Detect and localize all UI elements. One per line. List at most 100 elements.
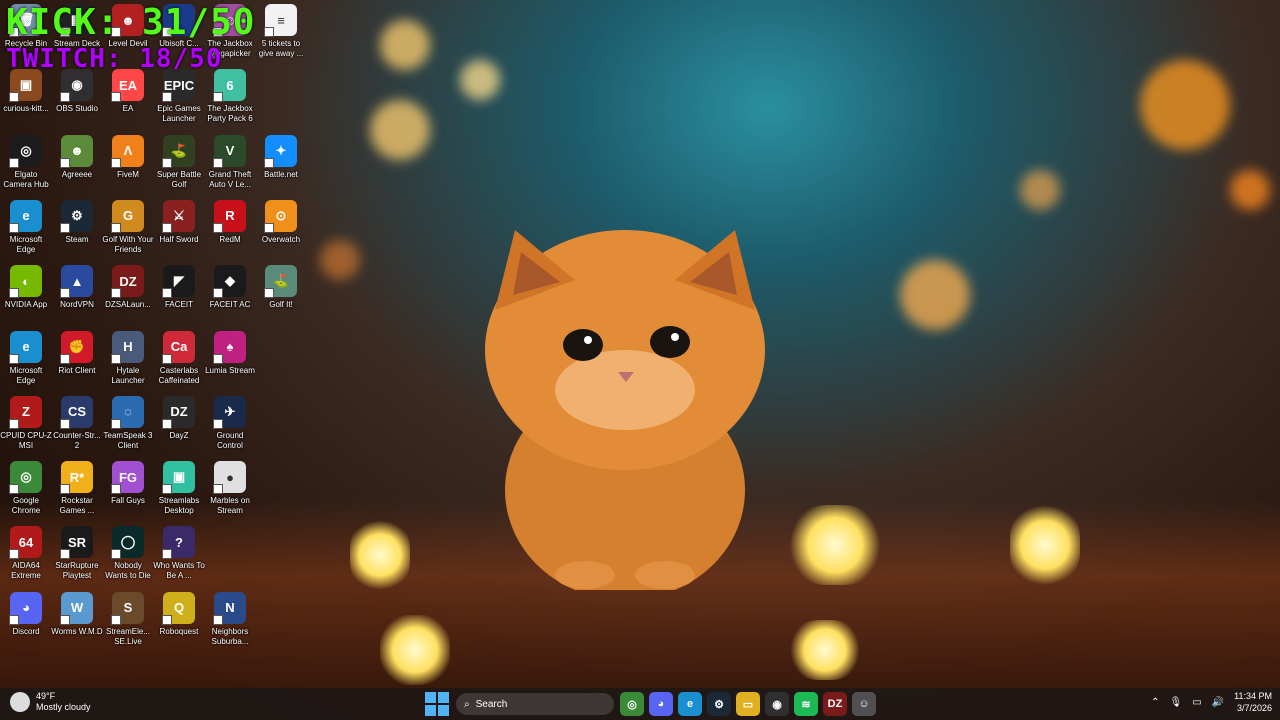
- desktop-icon-obs[interactable]: ◉ OBS Studio: [51, 69, 103, 114]
- display-icon[interactable]: ▭: [1192, 697, 1201, 708]
- desktop-icon-label: Riot Client: [58, 365, 96, 375]
- desktop-icon-minecraft[interactable]: ☻ Agreeee: [51, 134, 103, 180]
- taskbar-spotify-icon[interactable]: ≋: [794, 692, 818, 716]
- desktop-icon-label: Super Battle Golf: [156, 169, 202, 189]
- desktop-icon-hytale[interactable]: H Hytale Launcher: [102, 330, 154, 386]
- desktop-icon-jackbox-pack6[interactable]: 6 The Jackbox Party Pack 6: [204, 69, 256, 124]
- desktop-icon-half-sword[interactable]: ⚔ Half Sword: [153, 199, 205, 245]
- chevron-up-icon[interactable]: ⌃: [1151, 697, 1159, 708]
- overwatch-icon: ⊙: [264, 199, 297, 233]
- clock[interactable]: 11:34 PM 3/7/2026: [1234, 690, 1272, 714]
- desktop-icon-streamlabs[interactable]: ▣ Streamlabs Desktop: [153, 461, 205, 516]
- desktop-icon-redm[interactable]: R RedM: [204, 199, 256, 245]
- desktop-icon-label: Marbles on Stream: [210, 496, 250, 516]
- desktop-icon-golf-with-friends[interactable]: G Golf With Your Friends: [102, 199, 154, 255]
- start-button[interactable]: [424, 691, 450, 717]
- desktop-icon-steam[interactable]: ⚙ Steam: [51, 199, 103, 245]
- casterlabs-icon: Ca: [162, 330, 195, 364]
- desktop-icon-who-wants[interactable]: ? Who Wants To Be A ...: [153, 526, 205, 581]
- desktop-icon-label: TeamSpeak 3 Client: [103, 430, 153, 450]
- desktop-icon-nvidia[interactable]: ◐ NVIDIA App: [0, 265, 52, 310]
- desktop-icon-label: EA: [122, 104, 134, 114]
- desktop-icon-worms[interactable]: W Worms W.M.D: [51, 591, 103, 637]
- teamspeak-icon: ◌: [111, 395, 144, 429]
- desktop-icon-casterlabs[interactable]: Ca Casterlabs Caffeinated: [153, 330, 205, 386]
- desktop-icon-elgato[interactable]: ◎ Elgato Camera Hub: [0, 134, 52, 190]
- taskbar-dzsa-icon[interactable]: DZ: [823, 692, 847, 716]
- volume-icon[interactable]: 🔊: [1212, 697, 1224, 708]
- weather-widget[interactable]: 49°F Mostly cloudy: [10, 691, 91, 713]
- desktop-icon-lumia[interactable]: ♠ Lumia Stream: [204, 330, 256, 376]
- desktop-icon-edge[interactable]: e Microsoft Edge: [0, 330, 52, 386]
- desktop-icon-label: StarRupture Playtest: [55, 561, 99, 581]
- desktop-icon-ground-control[interactable]: ✈ Ground Control: [204, 395, 256, 451]
- nobody-wants-to-die-icon: ◯: [111, 526, 144, 560]
- desktop-icon-nobody-wants-to-die[interactable]: ◯ Nobody Wants to Die: [102, 526, 154, 581]
- desktop-icon-text-file[interactable]: ≡ 5 tickets to give away ...: [255, 4, 307, 59]
- taskbar-chrome-icon[interactable]: ◎: [620, 692, 644, 716]
- desktop-icon-discord[interactable]: ◕ Discord: [0, 591, 52, 637]
- taskbar-discord-icon[interactable]: ◕: [649, 692, 673, 716]
- taskbar-edge-icon[interactable]: e: [678, 692, 702, 716]
- desktop-icon-edge[interactable]: e Microsoft Edge: [0, 199, 52, 255]
- desktop-icon-dzsa[interactable]: DZ DZSALaun...: [102, 265, 154, 310]
- desktop-icon-label: FACEIT AC: [209, 300, 251, 310]
- desktop-icon-label: Who Wants To Be A ...: [153, 561, 205, 581]
- desktop-icon-label: Neighbors Suburba...: [211, 626, 249, 646]
- cpuz-icon: Z: [9, 395, 42, 429]
- cs2-icon: CS: [60, 395, 93, 429]
- desktop-icon-fall-guys[interactable]: FG Fall Guys: [102, 461, 154, 506]
- desktop-icon-faceit-ac[interactable]: ◆ FACEIT AC: [204, 265, 256, 310]
- desktop-icon-streamelements[interactable]: S StreamEle... SE.Live: [102, 591, 154, 647]
- desktop-icon-fivem[interactable]: Λ FiveM: [102, 134, 154, 180]
- desktop-icon-chrome[interactable]: ◎ Google Chrome: [0, 461, 52, 516]
- streamlabs-icon: ▣: [162, 461, 195, 495]
- jackbox-pack6-icon: 6: [213, 69, 246, 103]
- riot-client-icon: ✊: [60, 330, 93, 364]
- desktop-icon-super-battle-golf[interactable]: ⛳ Super Battle Golf: [153, 134, 205, 190]
- desktop-icon-label: Battle.net: [264, 169, 298, 179]
- twitch-counter: TWITCH: 18/50: [6, 44, 223, 74]
- desktop-icon-label: Microsoft Edge: [9, 234, 43, 254]
- desktop-icon-marbles[interactable]: ● Marbles on Stream: [204, 461, 256, 516]
- desktop-icon-label: Microsoft Edge: [9, 365, 43, 385]
- desktop-icon-neighbors[interactable]: N Neighbors Suburba...: [204, 591, 256, 647]
- desktop-icon-epic-games[interactable]: EPIC Epic Games Launcher: [153, 69, 205, 124]
- ea-icon: EA: [111, 69, 144, 103]
- marbles-icon: ●: [213, 461, 246, 495]
- desktop-icon-battlenet[interactable]: ✦ Battle.net: [255, 134, 307, 180]
- taskbar-apps: ◎ ◕ e ⚙ ▭ ◉ ≋ DZ ☺: [620, 692, 876, 716]
- desktop-icon-cpuz[interactable]: Z CPUID CPU-Z MSI: [0, 395, 52, 451]
- desktop-icon-teamspeak[interactable]: ◌ TeamSpeak 3 Client: [102, 395, 154, 451]
- taskbar-search[interactable]: ⌕ Search: [456, 693, 614, 715]
- desktop-icon-overwatch[interactable]: ⊙ Overwatch: [255, 199, 307, 245]
- taskbar-obs-icon[interactable]: ◉: [765, 692, 789, 716]
- desktop-icon-gta-v[interactable]: V Grand Theft Auto V Le...: [204, 134, 256, 190]
- desktop-icon-label: Golf It!: [269, 300, 293, 310]
- faceit-ac-icon: ◆: [213, 265, 246, 299]
- worms-icon: W: [60, 591, 93, 625]
- desktop-icon-image-file[interactable]: ▣ curious-kitt...: [0, 69, 52, 114]
- desktop-icon-rockstar[interactable]: R* Rockstar Games ...: [51, 461, 103, 516]
- desktop-icon-label: Worms W.M.D: [51, 626, 103, 636]
- dayz-icon: DZ: [162, 395, 195, 429]
- taskbar-jackbox-icon[interactable]: ☺: [852, 692, 876, 716]
- desktop-icon-roboquest[interactable]: Q Roboquest: [153, 591, 205, 637]
- microphone-icon[interactable]: 🎙: [1170, 697, 1183, 708]
- desktop-icon-dayz[interactable]: DZ DayZ: [153, 395, 205, 441]
- weather-condition: Mostly cloudy: [36, 702, 91, 712]
- desktop-icon-label: FACEIT: [164, 300, 193, 310]
- desktop-icon-label: StreamEle... SE.Live: [105, 626, 150, 646]
- desktop-icon-golf-it[interactable]: ⛳ Golf It!: [255, 265, 307, 310]
- desktop-icon-nordvpn[interactable]: ▲ NordVPN: [51, 265, 103, 310]
- taskbar-file-explorer-icon[interactable]: ▭: [736, 692, 760, 716]
- taskbar-steam-icon[interactable]: ⚙: [707, 692, 731, 716]
- desktop-icon-aida64[interactable]: 64 AIDA64 Extreme: [0, 526, 52, 581]
- desktop-icon-cs2[interactable]: CS Counter-Str... 2: [51, 395, 103, 451]
- streamelements-icon: S: [111, 591, 144, 625]
- desktop-icon-ea[interactable]: EA EA: [102, 69, 154, 114]
- desktop-icon-faceit[interactable]: ◤ FACEIT: [153, 265, 205, 310]
- desktop-icon-label: Elgato Camera Hub: [3, 169, 49, 189]
- desktop-icon-starrupture[interactable]: SR StarRupture Playtest: [51, 526, 103, 581]
- desktop-icon-riot-client[interactable]: ✊ Riot Client: [51, 330, 103, 376]
